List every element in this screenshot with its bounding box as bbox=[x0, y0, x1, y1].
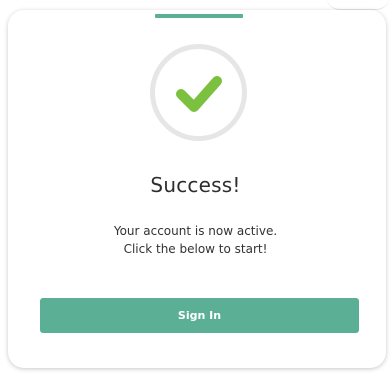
success-badge bbox=[150, 44, 247, 141]
dialog-message: Your account is now active. Click the be… bbox=[0, 222, 391, 258]
dialog-message-line-1: Your account is now active. bbox=[113, 224, 278, 238]
checkmark-icon bbox=[175, 75, 222, 112]
page: Success! Your account is now active. Cli… bbox=[0, 0, 391, 374]
background-arc bbox=[326, 0, 390, 10]
dialog-title: Success! bbox=[150, 173, 241, 197]
sign-in-button[interactable]: Sign In bbox=[40, 298, 359, 333]
dialog-accent-bar bbox=[155, 14, 243, 18]
dialog-message-line-2: Click the below to start! bbox=[123, 242, 268, 256]
